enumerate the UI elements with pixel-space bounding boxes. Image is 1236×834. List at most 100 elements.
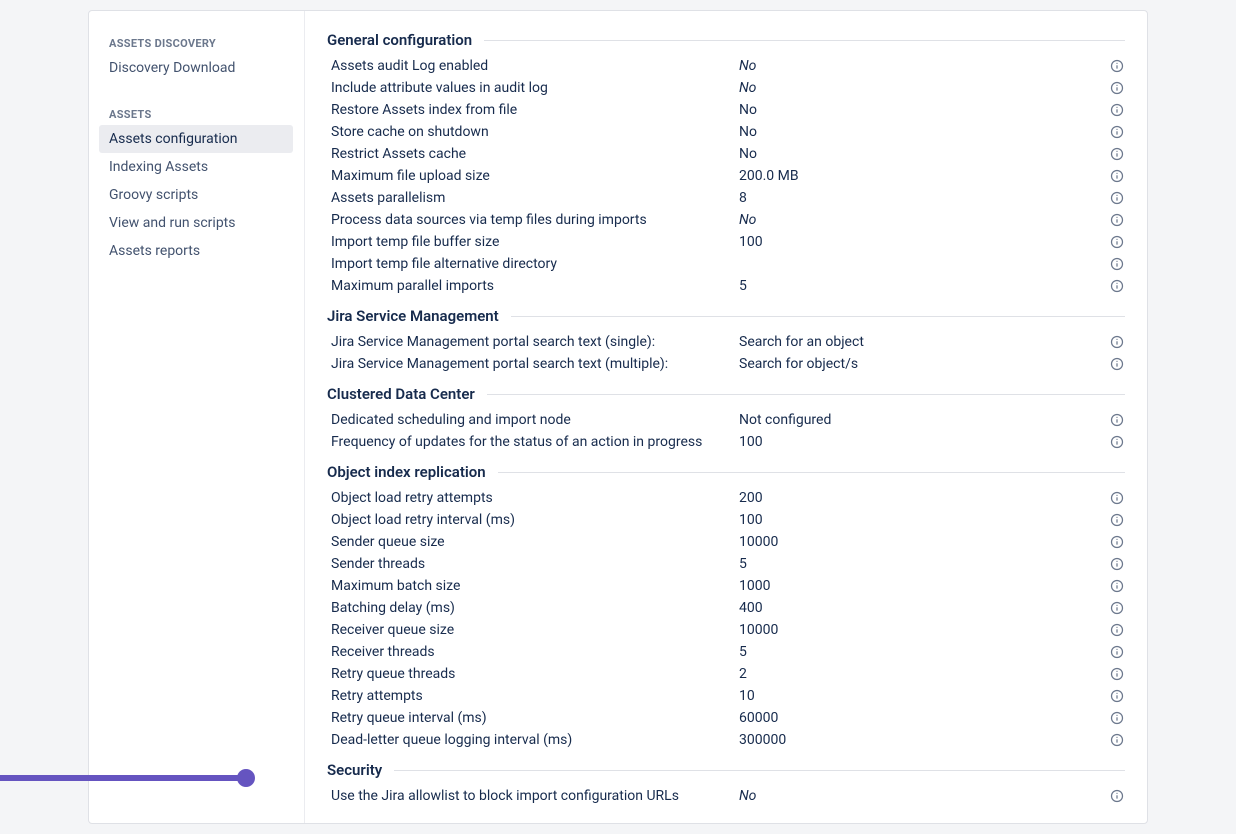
- sidebar-item[interactable]: Assets reports: [99, 237, 293, 265]
- info-icon[interactable]: [1109, 666, 1125, 682]
- config-value: No: [739, 788, 1109, 804]
- config-row: Use the Jira allowlist to block import c…: [327, 785, 1125, 807]
- sidebar: ASSETS DISCOVERYDiscovery Download ASSETS…: [89, 11, 304, 823]
- info-icon[interactable]: [1109, 190, 1125, 206]
- config-value: 60000: [739, 710, 1109, 726]
- sidebar-item[interactable]: Assets configuration: [99, 125, 293, 153]
- info-icon[interactable]: [1109, 688, 1125, 704]
- section-divider: [487, 394, 1125, 395]
- section-header: Clustered Data Center: [327, 385, 1125, 403]
- section-title: Clustered Data Center: [327, 385, 475, 403]
- sidebar-heading: ASSETS DISCOVERY: [99, 29, 293, 54]
- config-row: Sender threads5: [327, 553, 1125, 575]
- info-icon[interactable]: [1109, 622, 1125, 638]
- config-row: Dead-letter queue logging interval (ms)3…: [327, 729, 1125, 751]
- annotation-line: [0, 775, 239, 781]
- info-icon[interactable]: [1109, 434, 1125, 450]
- info-icon[interactable]: [1109, 58, 1125, 74]
- config-value: 5: [739, 556, 1109, 572]
- config-label: Dead-letter queue logging interval (ms): [327, 732, 739, 748]
- config-label: Import temp file alternative directory: [327, 256, 739, 272]
- config-label: Retry queue threads: [327, 666, 739, 682]
- sidebar-item[interactable]: Indexing Assets: [99, 153, 293, 181]
- info-icon[interactable]: [1109, 412, 1125, 428]
- section-header: Object index replication: [327, 463, 1125, 481]
- config-row: Restore Assets index from fileNo: [327, 99, 1125, 121]
- section-header: Security: [327, 761, 1125, 779]
- config-value: No: [739, 146, 1109, 162]
- info-icon[interactable]: [1109, 578, 1125, 594]
- config-value: 5: [739, 278, 1109, 294]
- info-icon[interactable]: [1109, 356, 1125, 372]
- info-icon[interactable]: [1109, 644, 1125, 660]
- config-value: 300000: [739, 732, 1109, 748]
- info-icon[interactable]: [1109, 732, 1125, 748]
- section-divider: [511, 316, 1125, 317]
- config-value: Not configured: [739, 412, 1109, 428]
- config-row: Import temp file buffer size100: [327, 231, 1125, 253]
- config-value: No: [739, 212, 1109, 228]
- config-row: Frequency of updates for the status of a…: [327, 431, 1125, 453]
- info-icon[interactable]: [1109, 256, 1125, 272]
- config-label: Maximum parallel imports: [327, 278, 739, 294]
- config-label: Include attribute values in audit log: [327, 80, 739, 96]
- info-icon[interactable]: [1109, 490, 1125, 506]
- config-value: 10: [739, 688, 1109, 704]
- config-value: 5: [739, 644, 1109, 660]
- section-divider: [484, 40, 1125, 41]
- config-row: Process data sources via temp files duri…: [327, 209, 1125, 231]
- config-label: Store cache on shutdown: [327, 124, 739, 140]
- config-value: 10000: [739, 622, 1109, 638]
- config-value: 1000: [739, 578, 1109, 594]
- info-icon[interactable]: [1109, 278, 1125, 294]
- config-label: Assets audit Log enabled: [327, 58, 739, 74]
- info-icon[interactable]: [1109, 512, 1125, 528]
- config-label: Restore Assets index from file: [327, 102, 739, 118]
- config-value: 200: [739, 490, 1109, 506]
- config-label: Receiver threads: [327, 644, 739, 660]
- config-label: Restrict Assets cache: [327, 146, 739, 162]
- config-label: Jira Service Management portal search te…: [327, 356, 739, 372]
- config-value: 100: [739, 512, 1109, 528]
- config-value: No: [739, 102, 1109, 118]
- config-row: Jira Service Management portal search te…: [327, 331, 1125, 353]
- config-label: Sender threads: [327, 556, 739, 572]
- config-row: Maximum parallel imports5: [327, 275, 1125, 297]
- info-icon[interactable]: [1109, 212, 1125, 228]
- info-icon[interactable]: [1109, 600, 1125, 616]
- info-icon[interactable]: [1109, 788, 1125, 804]
- config-value: No: [739, 124, 1109, 140]
- config-value: No: [739, 80, 1109, 96]
- sidebar-item[interactable]: Groovy scripts: [99, 181, 293, 209]
- sidebar-heading: ASSETS: [99, 100, 293, 125]
- config-row: Maximum batch size1000: [327, 575, 1125, 597]
- config-row: Import temp file alternative directory: [327, 253, 1125, 275]
- config-row: Object load retry attempts200: [327, 487, 1125, 509]
- info-icon[interactable]: [1109, 168, 1125, 184]
- config-value: 400: [739, 600, 1109, 616]
- info-icon[interactable]: [1109, 534, 1125, 550]
- config-label: Object load retry attempts: [327, 490, 739, 506]
- info-icon[interactable]: [1109, 334, 1125, 350]
- config-row: Retry queue threads2: [327, 663, 1125, 685]
- config-row: Restrict Assets cacheNo: [327, 143, 1125, 165]
- info-icon[interactable]: [1109, 124, 1125, 140]
- config-label: Import temp file buffer size: [327, 234, 739, 250]
- info-icon[interactable]: [1109, 556, 1125, 572]
- section-title: General configuration: [327, 31, 472, 49]
- info-icon[interactable]: [1109, 146, 1125, 162]
- section-title: Security: [327, 761, 382, 779]
- sidebar-item[interactable]: Discovery Download: [99, 54, 293, 82]
- info-icon[interactable]: [1109, 102, 1125, 118]
- config-row: Retry attempts10: [327, 685, 1125, 707]
- section-title: Jira Service Management: [327, 307, 499, 325]
- config-label: Retry attempts: [327, 688, 739, 704]
- config-value: 100: [739, 234, 1109, 250]
- info-icon[interactable]: [1109, 710, 1125, 726]
- info-icon[interactable]: [1109, 234, 1125, 250]
- config-value: 8: [739, 190, 1109, 206]
- info-icon[interactable]: [1109, 80, 1125, 96]
- config-label: Batching delay (ms): [327, 600, 739, 616]
- config-value: 200.0 MB: [739, 168, 1109, 184]
- sidebar-item[interactable]: View and run scripts: [99, 209, 293, 237]
